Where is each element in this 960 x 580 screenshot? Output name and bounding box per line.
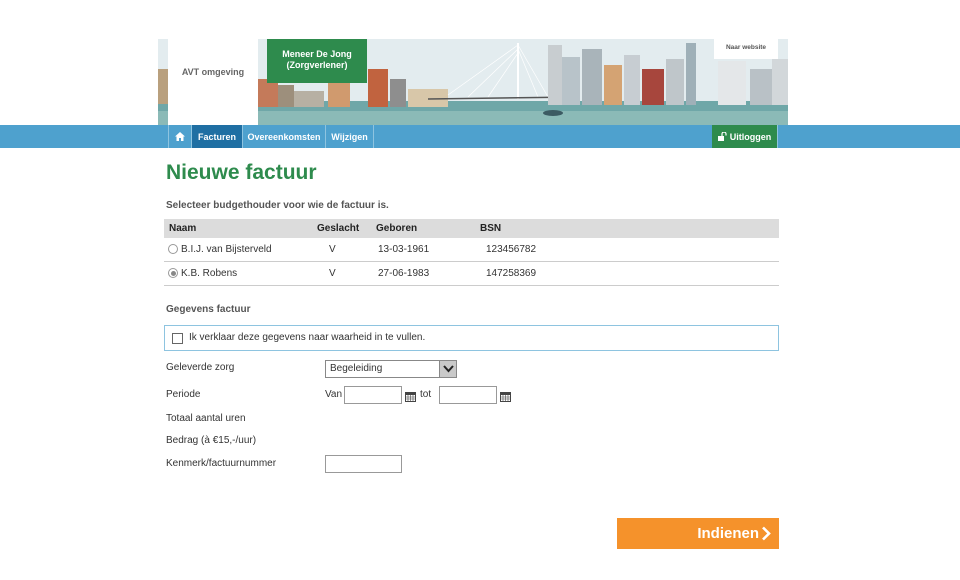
cell-geslacht: V xyxy=(329,268,336,279)
bedrag-label: Bedrag (à €15,-/uur) xyxy=(166,435,257,446)
cell-geslacht: V xyxy=(329,244,336,255)
chevron-down-icon xyxy=(443,365,454,373)
nav-tab-facturen[interactable]: Facturen xyxy=(192,125,243,148)
calendar-icon[interactable] xyxy=(500,391,511,402)
cell-bsn: 123456782 xyxy=(486,244,537,255)
van-label: Van xyxy=(325,389,343,400)
environment-label: AVT omgeving xyxy=(168,39,258,125)
periode-label: Periode xyxy=(166,389,201,400)
cell-naam: K.B. Robens xyxy=(181,268,238,279)
kenmerk-input[interactable] xyxy=(325,455,402,473)
declaration-box: Ik verklaar deze gegevens naar waarheid … xyxy=(164,325,779,351)
unlock-icon xyxy=(717,132,727,141)
column-header-naam: Naam xyxy=(169,223,197,234)
select-radio[interactable] xyxy=(168,268,178,278)
instruction-text: Selecteer budgethouder voor wie de factu… xyxy=(166,200,389,211)
dropdown-button[interactable] xyxy=(439,361,456,377)
totaal-uren-label: Totaal aantal uren xyxy=(166,413,246,424)
nav-tab-overeenkomsten[interactable]: Overeenkomsten xyxy=(243,125,326,148)
cell-bsn: 147258369 xyxy=(486,268,537,279)
geleverde-zorg-value: Begeleiding xyxy=(330,363,383,374)
table-row[interactable]: B.I.J. van Bijsterveld V 13-03-1961 1234… xyxy=(164,238,779,262)
calendar-icon[interactable] xyxy=(405,391,416,402)
select-radio[interactable] xyxy=(168,244,178,254)
logout-button[interactable]: Uitloggen xyxy=(712,125,778,148)
website-link[interactable]: Naar website xyxy=(714,39,778,59)
nav-tab-wijzigen[interactable]: Wijzigen xyxy=(326,125,374,148)
geleverde-zorg-select[interactable]: Begeleiding xyxy=(325,360,457,378)
submit-button[interactable]: Indienen xyxy=(617,518,779,549)
cell-geboren: 27-06-1983 xyxy=(378,268,430,279)
nav-home[interactable] xyxy=(168,125,192,148)
column-header-geboren: Geboren xyxy=(376,223,418,234)
logout-label: Uitloggen xyxy=(729,131,772,142)
kenmerk-label: Kenmerk/factuurnummer xyxy=(166,458,277,469)
chevron-right-icon xyxy=(762,526,771,541)
periode-tot-input[interactable] xyxy=(439,386,497,404)
column-header-bsn: BSN xyxy=(480,223,502,234)
budgetholder-table: Naam Geslacht Geboren BSN B.I.J. van Bij… xyxy=(164,219,779,286)
table-header: Naam Geslacht Geboren BSN xyxy=(164,219,779,238)
declaration-text: Ik verklaar deze gegevens naar waarheid … xyxy=(189,332,426,343)
declaration-checkbox[interactable] xyxy=(172,333,183,344)
user-role: (Zorgverlener) xyxy=(286,60,348,70)
column-header-geslacht: Geslacht xyxy=(317,223,360,234)
submit-label: Indienen xyxy=(697,525,759,542)
tot-label: tot xyxy=(420,389,432,400)
periode-van-input[interactable] xyxy=(344,386,402,404)
cell-geboren: 13-03-1961 xyxy=(378,244,430,255)
home-icon xyxy=(175,132,185,141)
cell-naam: B.I.J. van Bijsterveld xyxy=(181,244,272,255)
page-title: Nieuwe factuur xyxy=(166,161,317,184)
user-badge: Meneer De Jong (Zorgverlener) xyxy=(267,39,367,83)
geleverde-zorg-label: Geleverde zorg xyxy=(166,362,235,373)
nav-bar xyxy=(0,125,960,148)
user-name: Meneer De Jong xyxy=(282,49,352,59)
table-row[interactable]: K.B. Robens V 27-06-1983 147258369 xyxy=(164,262,779,286)
section-title: Gegevens factuur xyxy=(166,304,251,315)
